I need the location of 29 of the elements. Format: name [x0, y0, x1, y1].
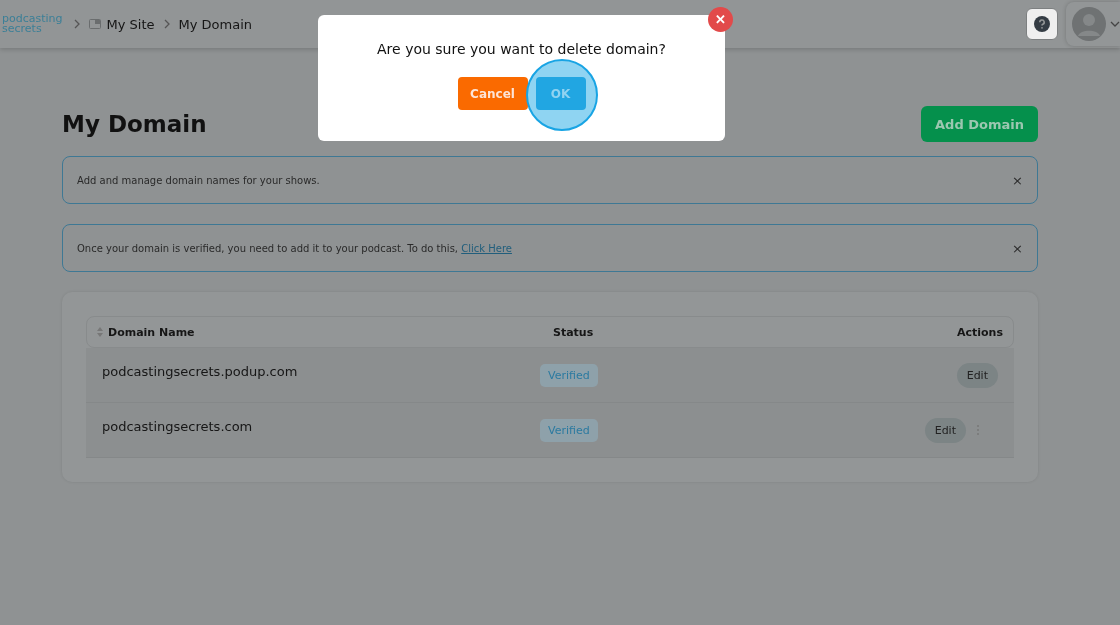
domain-name: podcastingsecrets.podup.com [102, 363, 299, 379]
column-header: Actions [956, 325, 1003, 339]
close-button[interactable]: × [1012, 240, 1023, 256]
chevron-right-icon [162, 19, 171, 29]
add-domain-button[interactable]: Add Domain [921, 106, 1038, 142]
notice-text: Once your domain is verified, you need to add it to your podcast. To do this, Click Here [77, 242, 513, 254]
status-badge: Verified [540, 363, 598, 387]
column-header: Status [553, 325, 595, 339]
cancel-button[interactable]: Cancel [457, 77, 528, 110]
status-badge: Verified [540, 418, 598, 442]
dialog-message: Are you sure you want to delete domain? [377, 41, 666, 57]
notice-text: Add and manage domain names for your shows. [77, 174, 321, 186]
avatar-icon [1072, 7, 1106, 41]
chevron-down-icon [1110, 20, 1120, 28]
chevron-right-icon [72, 19, 81, 29]
edit-button[interactable]: Edit [924, 417, 966, 443]
profile-menu[interactable] [1066, 2, 1120, 46]
help-button[interactable] [1026, 8, 1058, 40]
domain-name: podcastingsecrets.com [102, 418, 254, 434]
window-icon [88, 19, 101, 29]
close-button[interactable]: × [1012, 172, 1023, 188]
column-header: Domain Name [108, 325, 195, 339]
help-icon [1034, 16, 1050, 32]
edit-button[interactable]: Edit [956, 362, 998, 388]
breadcrumb-link[interactable]: My Domain [178, 16, 253, 32]
page-title: My Domain [62, 111, 207, 137]
click-here-link[interactable]: Click Here [461, 242, 512, 254]
sort-icon[interactable] [97, 327, 103, 337]
breadcrumb-link[interactable]: My Site [106, 16, 155, 32]
